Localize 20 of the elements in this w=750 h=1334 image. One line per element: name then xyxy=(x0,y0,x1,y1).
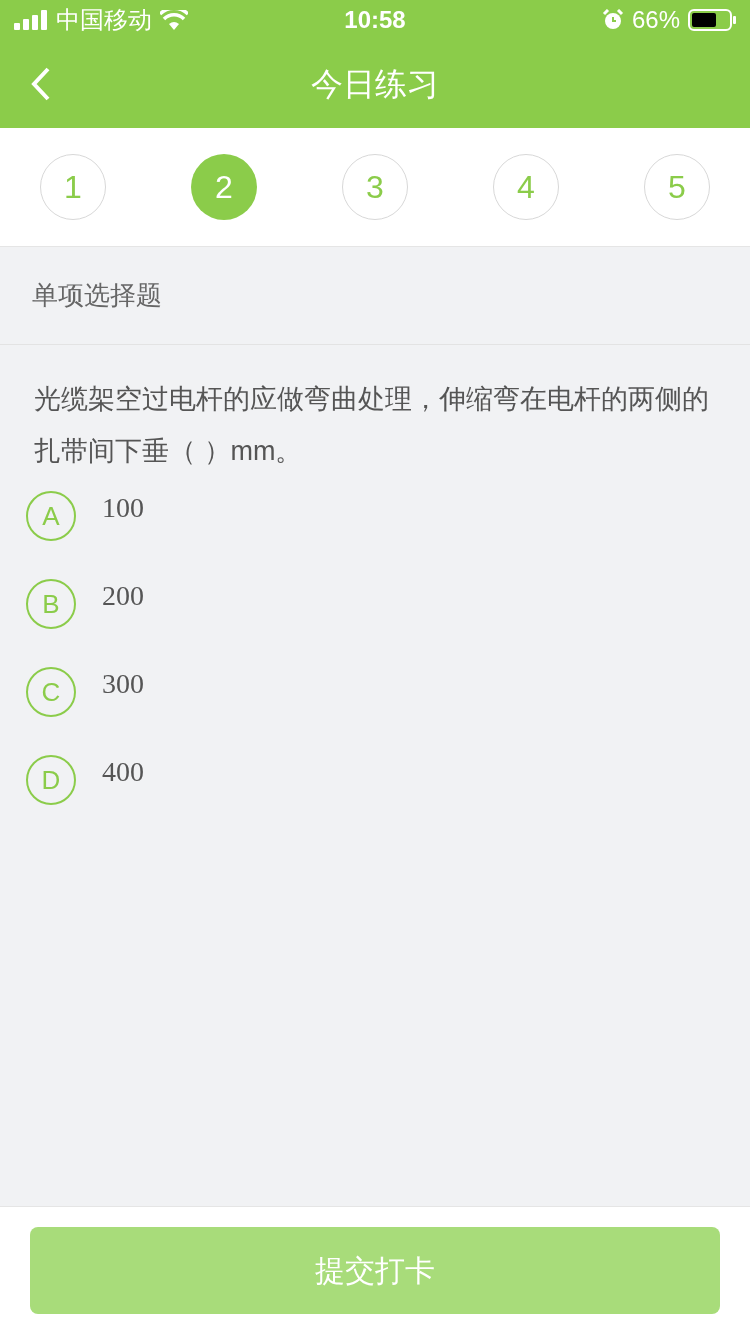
alarm-clock-icon xyxy=(601,9,624,31)
wifi-icon xyxy=(160,10,188,30)
battery-percent: 66% xyxy=(631,5,680,35)
question-number-tab[interactable]: 3 xyxy=(342,154,408,220)
carrier-name: 中国移动 xyxy=(56,5,152,35)
section-title: 单项选择题 xyxy=(32,279,162,312)
signal-icon xyxy=(14,10,48,30)
status-time: 10:58 xyxy=(344,5,406,35)
question-text: 光缆架空过电杆的应做弯曲处理，伸缩弯在电杆的两侧的扎带间下垂（ ）mm。 xyxy=(33,383,710,468)
page-title: 今日练习 xyxy=(311,65,439,104)
submit-button[interactable]: 提交打卡 xyxy=(30,1227,720,1314)
question-number-tab[interactable]: 1 xyxy=(40,154,106,220)
answer-option[interactable]: C 300 xyxy=(26,667,724,717)
answer-option[interactable]: A 100 xyxy=(26,491,724,541)
question-number-tab[interactable]: 5 xyxy=(644,154,710,220)
answer-option[interactable]: D 400 xyxy=(26,755,724,805)
question-number-tab[interactable]: 2 xyxy=(191,154,257,220)
answer-option[interactable]: B 200 xyxy=(26,579,724,629)
question-number-tab[interactable]: 4 xyxy=(493,154,559,220)
battery-icon xyxy=(688,9,736,31)
